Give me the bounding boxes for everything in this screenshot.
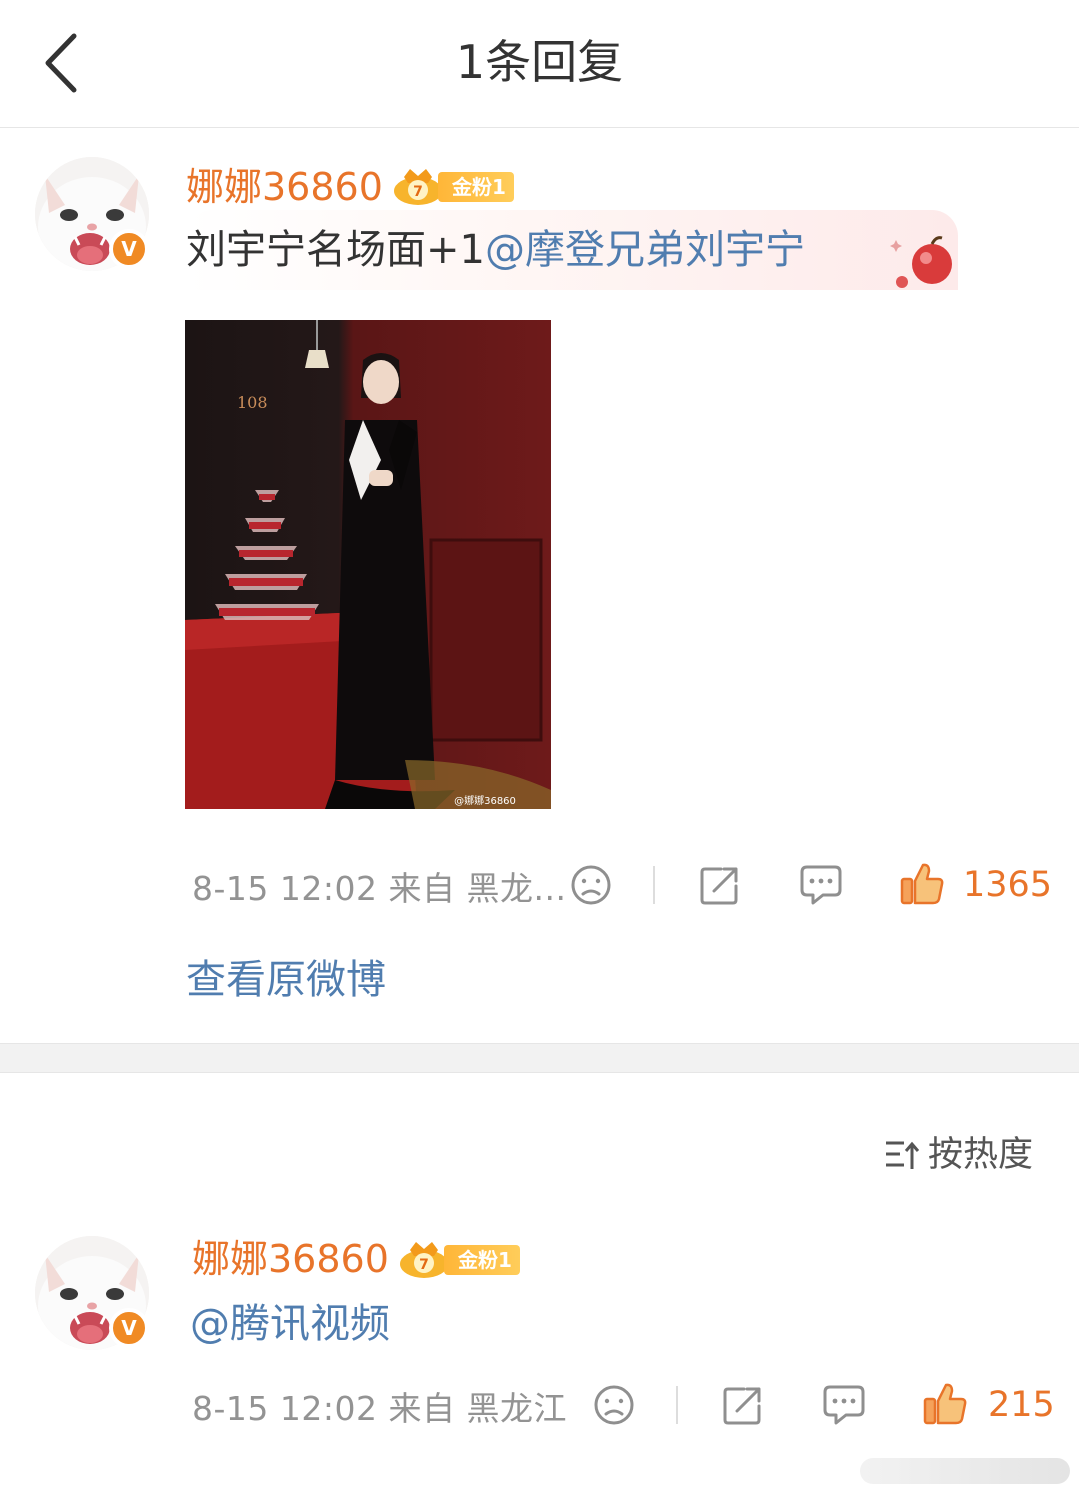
comment-username[interactable]: 娜娜36860 [186, 162, 383, 212]
sort-icon [885, 1141, 920, 1169]
mention-link[interactable]: @摩登兄弟刘宇宁 [485, 227, 805, 273]
sort-button[interactable]: 按热度 [884, 1130, 1033, 1180]
sort-label: 按热度 [927, 1135, 1033, 1175]
comment-icon [800, 865, 842, 905]
reply-comment-button[interactable] [821, 1382, 867, 1428]
fan-badge[interactable]: 7 金粉1 [392, 167, 514, 207]
reply-username[interactable]: 娜娜36860 [192, 1234, 389, 1284]
sad-face-icon [594, 1385, 634, 1425]
comment-meta: 8-15 12:02 来自 黑龙... [192, 856, 566, 916]
thumbs-up-icon [900, 863, 944, 905]
reply-dislike-button[interactable] [591, 1382, 637, 1428]
thumbs-up-icon [923, 1383, 967, 1425]
top-bar: 1条回复 [0, 0, 1079, 128]
reply-meta: 8-15 12:02 来自 黑龙江 [192, 1376, 567, 1436]
comment-text: 刘宇宁名场面+1@摩登兄弟刘宇宁 [186, 222, 805, 278]
reply-share-button[interactable] [720, 1382, 766, 1428]
verified-v-icon: V [109, 1308, 149, 1348]
share-icon [700, 867, 738, 905]
photo-watermark: @娜娜36860 [454, 794, 516, 807]
svg-text:7: 7 [413, 184, 423, 200]
reply-time-location: 8-15 12:02 来自 黑龙江 [192, 1389, 567, 1428]
photo-room-number: 108 [237, 393, 268, 412]
svg-text:7: 7 [419, 1257, 429, 1273]
comment-button[interactable] [798, 862, 844, 908]
reply-text: @腾讯视频 [190, 1296, 390, 1352]
reply-like-button[interactable] [921, 1380, 969, 1428]
section-divider [0, 1043, 1079, 1073]
sad-face-icon [571, 865, 611, 905]
verified-v-icon: V [109, 229, 149, 269]
reply-mention-link[interactable]: @腾讯视频 [190, 1301, 390, 1347]
like-button[interactable] [898, 860, 946, 908]
reply-fan-badge[interactable]: 7 金粉1 [398, 1240, 520, 1280]
like-count: 1365 [963, 865, 1053, 905]
meta-divider [653, 866, 655, 904]
fan-badge-label: 金粉1 [444, 1245, 520, 1275]
dislike-button[interactable] [568, 862, 614, 908]
page-title: 1条回复 [455, 35, 624, 89]
meta-divider [676, 1386, 678, 1424]
apple-decoration-icon [890, 236, 952, 288]
share-icon [723, 1387, 761, 1425]
fan-badge-label: 金粉1 [438, 172, 514, 202]
comment-photo[interactable]: 108 @娜娜36860 [185, 320, 551, 809]
home-indicator[interactable] [860, 1458, 1070, 1484]
photo-illustration: 108 @娜娜36860 [185, 320, 551, 809]
comment-time-location: 8-15 12:02 来自 黑龙... [192, 869, 567, 908]
comment-body: 刘宇宁名场面+1 [186, 227, 485, 273]
reply-avatar[interactable]: V [35, 1236, 149, 1350]
comment-icon [823, 1385, 865, 1425]
share-button[interactable] [697, 862, 743, 908]
view-original-link[interactable]: 查看原微博 [186, 952, 386, 1008]
avatar[interactable]: V [35, 157, 149, 271]
reply-like-count: 215 [988, 1385, 1055, 1425]
